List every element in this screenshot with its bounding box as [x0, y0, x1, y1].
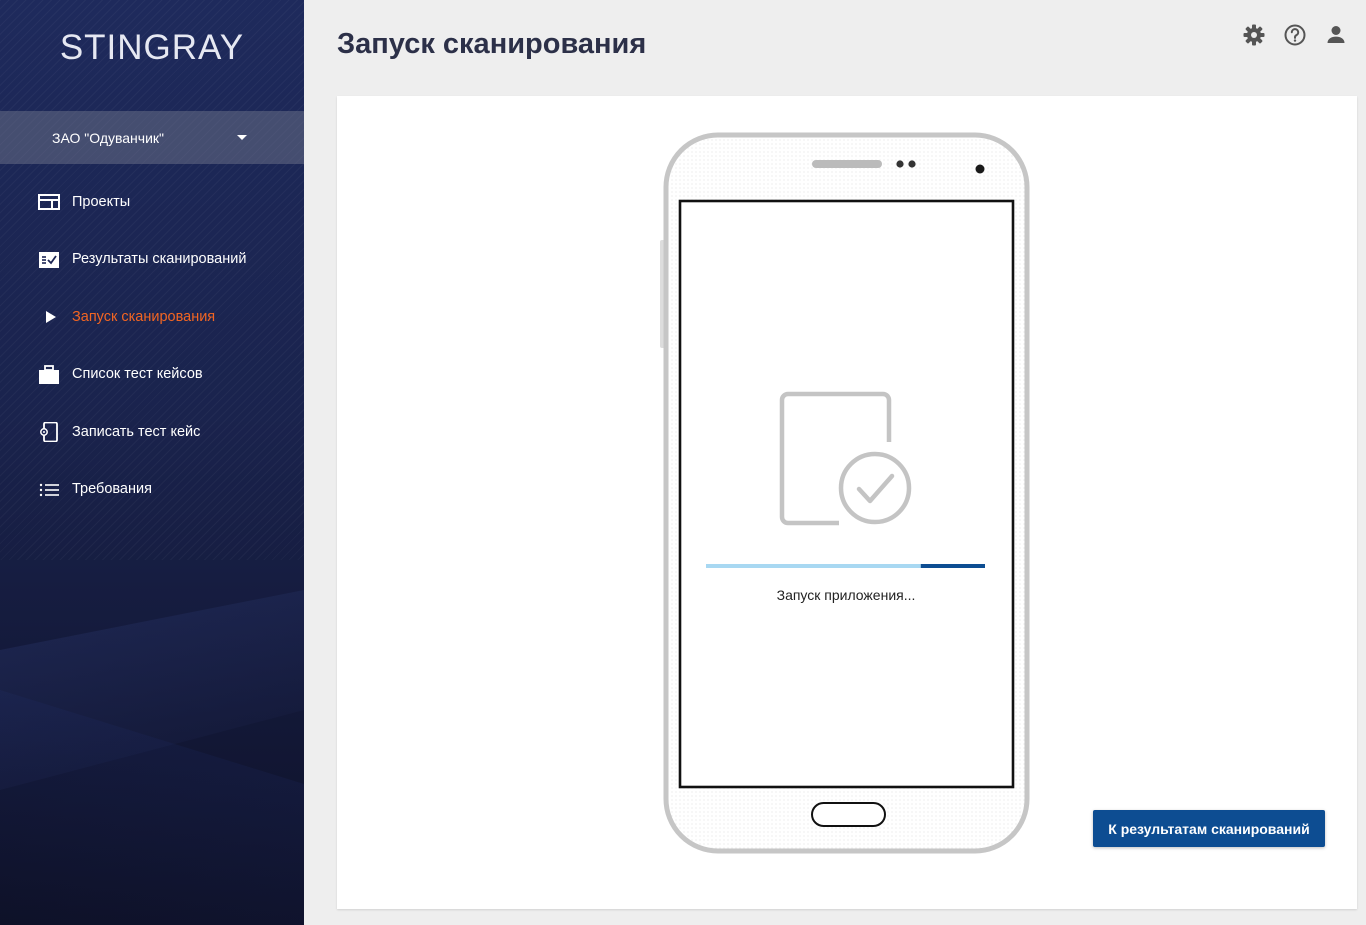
status-text: Запуск приложения... — [776, 587, 916, 603]
organization-name: ЗАО "Одуванчик" — [52, 129, 164, 146]
organization-selector[interactable]: ЗАО "Одуванчик" — [0, 111, 304, 164]
sidebar-item-test-cases[interactable]: Список тест кейсов — [0, 346, 304, 404]
sidebar-item-record-test-case[interactable]: Записать тест кейс — [0, 403, 304, 461]
list-icon — [39, 483, 59, 496]
app-logo: STINGRAY — [59, 28, 245, 67]
sidebar-nav: Проекты Результаты сканирований Запуск с… — [0, 173, 304, 518]
help-icon[interactable] — [1283, 23, 1307, 47]
sidebar-item-label: Требования — [72, 481, 152, 498]
user-icon[interactable] — [1324, 23, 1348, 47]
projects-icon — [38, 194, 60, 210]
page-title: Запуск сканирования — [337, 28, 647, 60]
record-device-icon — [40, 422, 58, 442]
sidebar-item-requirements[interactable]: Требования — [0, 461, 304, 519]
scan-card: Запуск приложения... К результатам скани… — [337, 96, 1357, 909]
sidebar-item-projects[interactable]: Проекты — [0, 173, 304, 231]
sidebar-item-label: Проекты — [72, 193, 131, 210]
caret-down-icon — [237, 135, 247, 140]
to-scan-results-button[interactable]: К результатам сканирований — [1093, 810, 1325, 847]
sidebar-item-label: Список тест кейсов — [72, 366, 203, 383]
progress-bar — [706, 564, 985, 568]
home-button — [811, 802, 886, 827]
scan-results-icon — [39, 251, 59, 268]
sidebar-item-start-scan[interactable]: Запуск сканирования — [0, 288, 304, 346]
sidebar-item-label: Результаты сканирований — [72, 251, 247, 268]
briefcase-icon — [39, 364, 59, 384]
gear-icon[interactable] — [1242, 23, 1266, 47]
phone-illustration — [660, 132, 1030, 854]
sidebar-item-label: Запуск сканирования — [72, 308, 216, 325]
play-icon — [46, 311, 56, 323]
sidebar-item-label: Записать тест кейс — [72, 423, 201, 440]
sidebar-item-scan-results[interactable]: Результаты сканирований — [0, 231, 304, 289]
sidebar: STINGRAY ЗАО "Одуванчик" Проекты Результ… — [0, 0, 304, 925]
